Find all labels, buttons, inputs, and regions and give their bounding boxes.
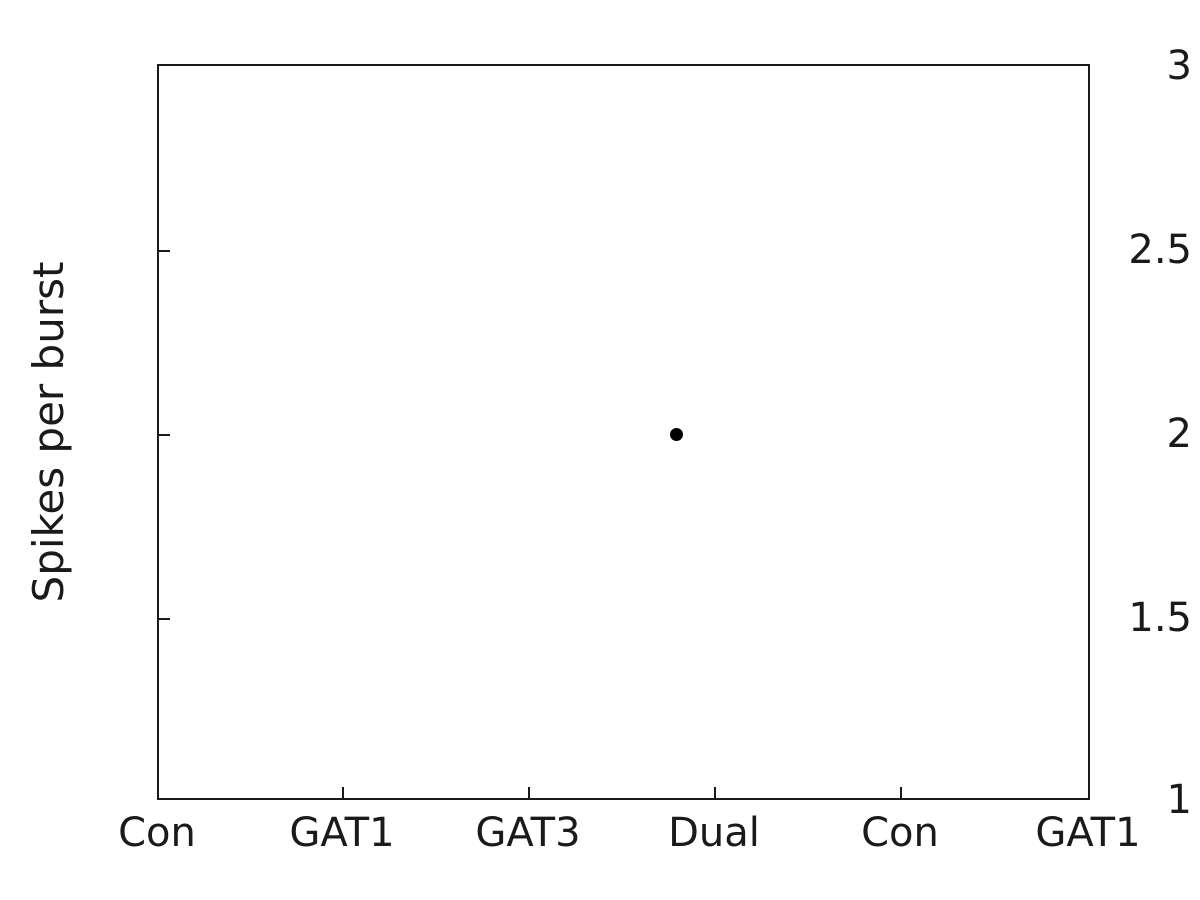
y-tick-label: 1 [1166, 777, 1192, 823]
x-axis-tick [900, 787, 902, 798]
x-tick-label: GAT1 [289, 810, 395, 856]
y-tick-label: 2.5 [1128, 227, 1192, 273]
y-tick-label: 2 [1166, 411, 1192, 457]
x-axis-tick [528, 787, 530, 798]
y-axis-tick [159, 618, 170, 620]
x-tick-label: Con [861, 810, 939, 856]
y-tick-label: 1.5 [1128, 595, 1192, 641]
y-axis-title: Spikes per burst [23, 261, 73, 603]
x-tick-label: Dual [668, 810, 760, 856]
y-tick-label: 3 [1166, 43, 1192, 89]
x-axis-tick [342, 787, 344, 798]
data-point [670, 427, 684, 441]
chart-figure: Spikes per burst 1 1.5 2 2.5 3 Con GAT1 … [0, 0, 1200, 900]
y-axis-tick [159, 250, 170, 252]
plot-area [157, 64, 1090, 800]
x-tick-label: GAT1 [1035, 810, 1141, 856]
x-tick-label: GAT3 [475, 810, 581, 856]
x-axis-tick [714, 787, 716, 798]
y-axis-tick [159, 434, 170, 436]
x-tick-label: Con [118, 810, 196, 856]
